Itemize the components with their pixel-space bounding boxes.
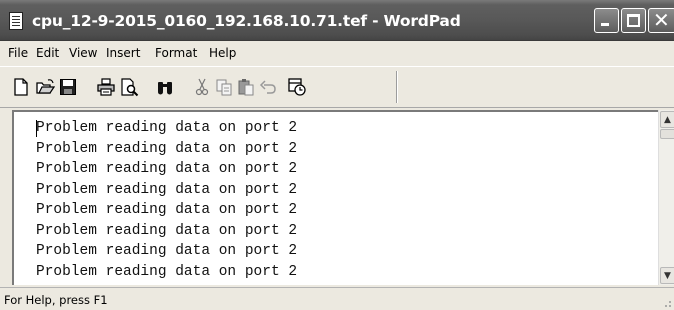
open-folder-icon[interactable] bbox=[35, 77, 55, 97]
scroll-up-button[interactable]: ▲ bbox=[660, 111, 674, 128]
document-line: Problem reading data on port 2 bbox=[36, 120, 298, 136]
status-text: For Help, press F1 bbox=[4, 293, 108, 307]
toolbar bbox=[0, 66, 674, 108]
resize-grip-icon[interactable] bbox=[660, 296, 672, 308]
cut-scissors-icon[interactable] bbox=[192, 77, 212, 97]
vertical-scrollbar[interactable]: ▲ ▼ bbox=[658, 110, 674, 285]
find-binoculars-icon[interactable] bbox=[155, 77, 175, 97]
insert-datetime-icon[interactable] bbox=[287, 77, 307, 97]
wordpad-app-icon[interactable] bbox=[9, 12, 23, 30]
document-text-area[interactable]: Problem reading data on port 2 Problem r… bbox=[12, 110, 674, 285]
chevron-up-icon: ▲ bbox=[664, 115, 671, 125]
maximize-icon bbox=[627, 14, 640, 27]
scroll-thumb[interactable] bbox=[660, 129, 674, 139]
save-disk-icon[interactable] bbox=[58, 77, 78, 97]
menu-format[interactable]: Format bbox=[155, 45, 197, 61]
copy-icon[interactable] bbox=[214, 77, 234, 97]
status-bar: For Help, press F1 bbox=[0, 287, 674, 310]
scroll-down-button[interactable]: ▼ bbox=[660, 267, 674, 284]
undo-icon[interactable] bbox=[258, 77, 278, 97]
menu-help[interactable]: Help bbox=[209, 45, 236, 61]
print-preview-icon[interactable] bbox=[119, 77, 139, 97]
toolbar-edge bbox=[396, 71, 398, 103]
document-line: Problem reading data on port 2 bbox=[36, 140, 298, 157]
menu-file[interactable]: File bbox=[8, 45, 28, 61]
title-bar[interactable]: cpu_12-9-2015_0160_192.168.10.71.tef - W… bbox=[0, 0, 674, 41]
document-line: Problem reading data on port 2 bbox=[36, 222, 298, 239]
window-title: cpu_12-9-2015_0160_192.168.10.71.tef - W… bbox=[32, 12, 461, 30]
document-line: Problem reading data on port 2 bbox=[36, 263, 298, 280]
wordpad-window: cpu_12-9-2015_0160_192.168.10.71.tef - W… bbox=[0, 0, 674, 310]
document-lines: Problem reading data on port 2 Problem r… bbox=[36, 118, 297, 282]
menu-bar: File Edit View Insert Format Help bbox=[0, 41, 674, 65]
print-icon[interactable] bbox=[96, 77, 116, 97]
chevron-down-icon: ▼ bbox=[664, 271, 671, 281]
minimize-button[interactable] bbox=[594, 8, 619, 33]
close-button[interactable]: ✕ bbox=[648, 8, 674, 33]
document-line: Problem reading data on port 2 bbox=[36, 243, 298, 259]
document-line: Problem reading data on port 2 bbox=[36, 161, 298, 177]
menu-view[interactable]: View bbox=[69, 45, 97, 61]
document-line: Problem reading data on port 2 bbox=[36, 181, 298, 198]
maximize-button[interactable] bbox=[621, 8, 646, 33]
close-icon: ✕ bbox=[653, 8, 670, 32]
menu-insert[interactable]: Insert bbox=[106, 45, 140, 61]
menu-edit[interactable]: Edit bbox=[36, 45, 59, 61]
document-line: Problem reading data on port 2 bbox=[36, 202, 298, 218]
new-document-icon[interactable] bbox=[11, 77, 31, 97]
minimize-icon bbox=[601, 23, 609, 26]
paste-icon[interactable] bbox=[236, 77, 256, 97]
